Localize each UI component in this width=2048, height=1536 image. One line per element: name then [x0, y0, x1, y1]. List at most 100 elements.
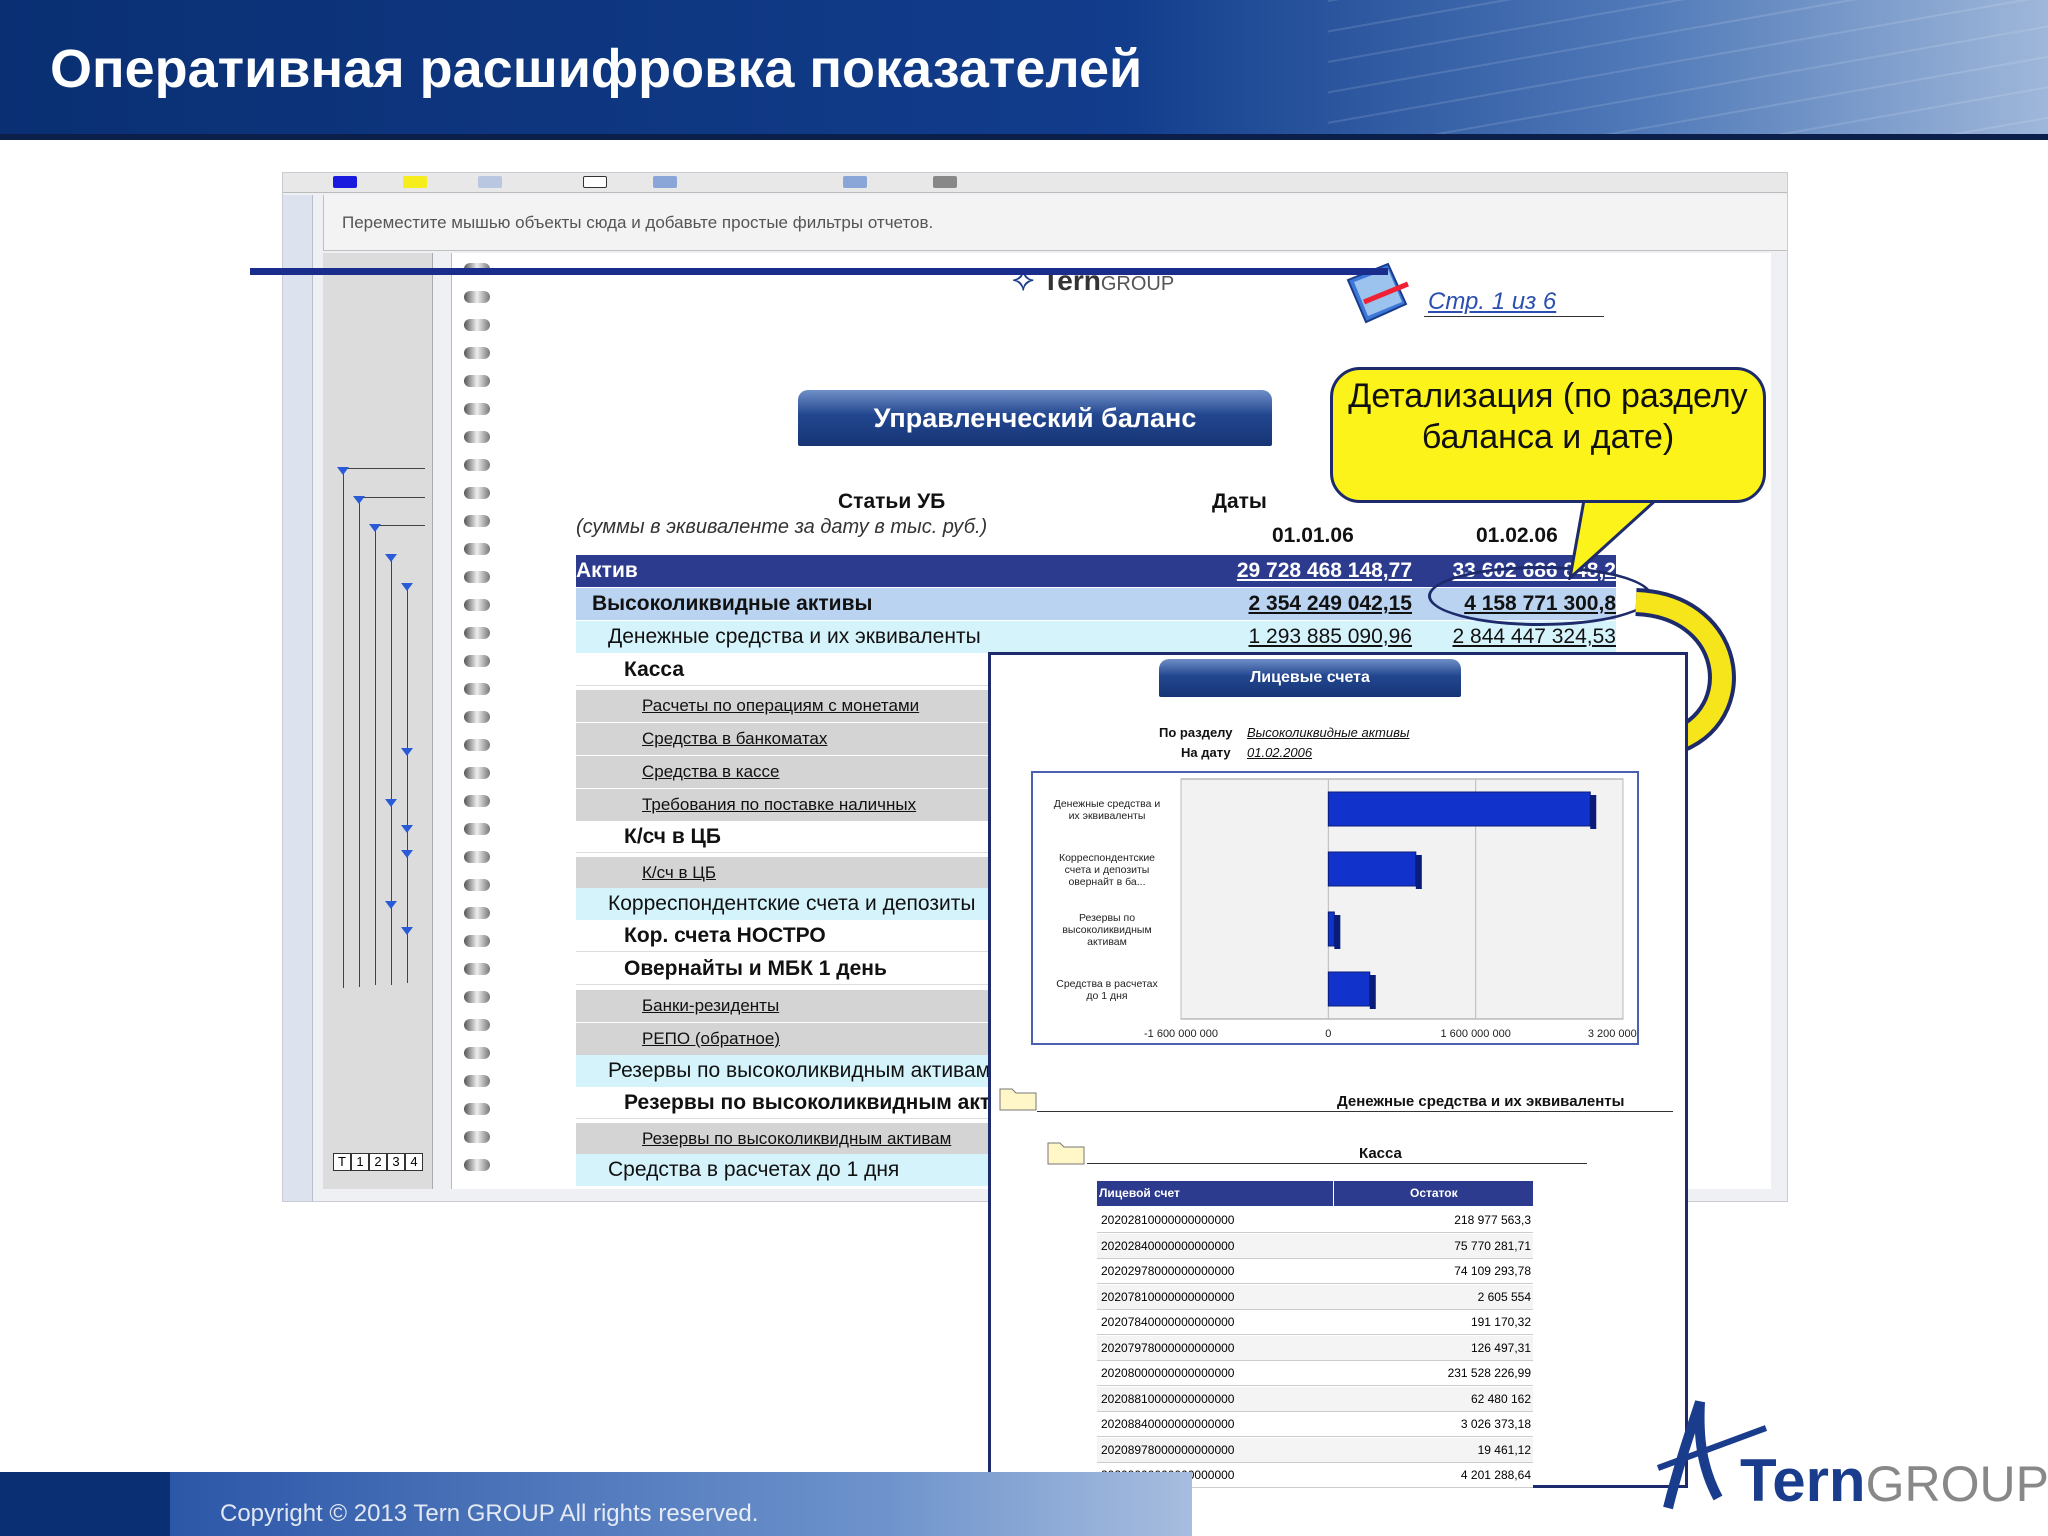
highlight-icon[interactable]	[403, 176, 427, 188]
account-number: 20208978000000000000	[1101, 1442, 1235, 1457]
balance-row[interactable]: Денежные средства и их эквиваленты 1 293 …	[576, 621, 1616, 653]
collapse-icon[interactable]	[353, 496, 365, 504]
category-label: Средства в расчетах до 1 дня	[1056, 978, 1158, 1002]
tick-label: 0	[1325, 1028, 1331, 1040]
account-number: 20207840000000000000	[1101, 1315, 1235, 1329]
ring-icon	[464, 963, 490, 975]
section-value[interactable]: Высоколиквидные активы	[1247, 725, 1409, 740]
ring-icon	[464, 319, 490, 331]
row-label: Требования по поставке наличных	[642, 795, 917, 814]
ring-icon	[464, 935, 490, 947]
collapse-icon[interactable]	[401, 748, 413, 756]
level-button-1[interactable]: 1	[351, 1153, 369, 1171]
account-balance: 74 109 293,78	[1454, 1264, 1531, 1278]
collapse-icon[interactable]	[401, 825, 413, 833]
row-label: Резервы по высоколиквидным активам	[624, 1091, 1043, 1114]
table-row[interactable]: 20202978000000000000 74 109 293,78	[1097, 1259, 1533, 1284]
ring-icon	[464, 347, 490, 359]
collapse-icon[interactable]	[401, 583, 413, 591]
tick-label: -1 600 000 000	[1144, 1028, 1218, 1040]
account-number: 20202840000000000000	[1101, 1238, 1235, 1253]
table-row[interactable]: 20207810000000000000 2 605 554	[1097, 1284, 1533, 1310]
account-number: 20207810000000000000	[1101, 1289, 1235, 1304]
row-value-date1[interactable]: 29 728 468 148,77	[1232, 555, 1412, 587]
account-number: 20207978000000000000	[1101, 1340, 1235, 1355]
account-balance: 19 461,12	[1477, 1442, 1531, 1457]
category-label: Денежные средства и их эквиваленты	[1054, 798, 1161, 822]
level-button-2[interactable]: 2	[369, 1153, 387, 1171]
layout-icon[interactable]	[583, 176, 607, 188]
report-filter-area[interactable]: Переместите мышью объекты сюда и добавьт…	[323, 195, 1787, 251]
row-label: Касса	[624, 658, 685, 681]
app-toolbar	[283, 173, 1787, 193]
col-header-note: (суммы в эквиваленте за дату в тыс. руб.…	[576, 516, 988, 538]
level-button-4[interactable]: 4	[405, 1153, 423, 1171]
tern-logo-icon: ⟡	[1012, 260, 1035, 298]
table-row[interactable]: 20208000000000000000 231 528 226,99	[1097, 1361, 1533, 1386]
collapse-icon[interactable]	[337, 467, 349, 475]
chart-bar-shadow	[1369, 975, 1376, 1009]
account-balance: 62 480 162	[1470, 1391, 1531, 1406]
ring-icon	[464, 627, 490, 639]
report-banner: Управленческий баланс	[798, 390, 1272, 446]
folder-icon[interactable]	[1047, 1139, 1087, 1165]
ring-icon	[464, 487, 490, 499]
table-row[interactable]: 20202810000000000000 218 977 563,3	[1097, 1208, 1533, 1233]
chart-bar	[1327, 791, 1591, 827]
ring-icon	[464, 1131, 490, 1143]
color-icon[interactable]	[333, 176, 357, 188]
account-number: 20208840000000000000	[1101, 1417, 1235, 1431]
table-row[interactable]: 20207978000000000000 126 497,31	[1097, 1335, 1533, 1361]
folder-title-1: Денежные средства и их эквиваленты	[1337, 1093, 1625, 1110]
table-row[interactable]: 20207840000000000000 191 170,32	[1097, 1310, 1533, 1335]
table-row[interactable]: 20208810000000000000 62 480 162	[1097, 1386, 1533, 1412]
footer-logo-brand: Tern	[1740, 1447, 1866, 1514]
level-buttons[interactable]: T 1 2 3 4	[333, 1153, 423, 1171]
account-balance: 126 497,31	[1470, 1340, 1531, 1355]
ring-icon	[464, 375, 490, 387]
row-label: К/сч в ЦБ	[642, 863, 717, 882]
row-label: Высоколиквидные активы	[592, 592, 873, 615]
left-nav-strip[interactable]	[283, 195, 313, 1201]
logo-suffix: GROUP	[1100, 273, 1175, 295]
date-col-2: 01.02.06	[1476, 524, 1558, 547]
folder-title-2: Касса	[1359, 1145, 1402, 1162]
collapse-icon[interactable]	[401, 850, 413, 858]
tools-icon[interactable]	[933, 176, 957, 188]
ring-icon	[464, 879, 490, 891]
row-label: Расчеты по операциям с монетами	[642, 696, 920, 715]
ring-icon	[464, 459, 490, 471]
row-label: Банки-резиденты	[642, 996, 780, 1015]
level-button-t[interactable]: T	[333, 1153, 351, 1171]
ring-icon	[464, 767, 490, 779]
row-value-date1[interactable]: 1 293 885 090,96	[1232, 621, 1413, 653]
row-value-date1[interactable]: 2 354 249 042,15	[1232, 588, 1413, 620]
print-icon[interactable]	[478, 176, 502, 188]
ring-icon	[464, 1019, 490, 1031]
align-icon[interactable]	[653, 176, 677, 188]
grouping-tree-pane[interactable]	[323, 253, 433, 1189]
tick-label: 3 200 000 000	[1588, 1028, 1637, 1040]
date-value[interactable]: 01.02.2006	[1247, 745, 1312, 760]
table-row[interactable]: 20202840000000000000 75 770 281,71	[1097, 1233, 1533, 1259]
table-row[interactable]: 20208978000000000000 19 461,12	[1097, 1437, 1533, 1463]
header-balance: Остаток	[1333, 1181, 1458, 1206]
page-indicator: Стр. 1 из 6	[1428, 288, 1557, 315]
ring-icon	[464, 403, 490, 415]
folder-icon[interactable]	[999, 1085, 1039, 1111]
collapse-icon[interactable]	[369, 524, 381, 532]
collapse-icon[interactable]	[385, 901, 397, 909]
chart-bar	[1327, 971, 1371, 1007]
callout-box: Детализация (по разделу баланса и дате)	[1330, 367, 1766, 503]
level-button-3[interactable]: 3	[387, 1153, 405, 1171]
view-icon[interactable]	[843, 176, 867, 188]
collapse-icon[interactable]	[385, 554, 397, 562]
ring-icon	[464, 599, 490, 611]
collapse-icon[interactable]	[385, 799, 397, 807]
collapse-icon[interactable]	[401, 927, 413, 935]
footer-block	[0, 1472, 170, 1536]
table-row[interactable]: 20208840000000000000 3 026 373,18	[1097, 1412, 1533, 1437]
ring-icon	[464, 291, 490, 303]
filter-hint: Переместите мышью объекты сюда и добавьт…	[342, 213, 934, 232]
ring-icon	[464, 711, 490, 723]
